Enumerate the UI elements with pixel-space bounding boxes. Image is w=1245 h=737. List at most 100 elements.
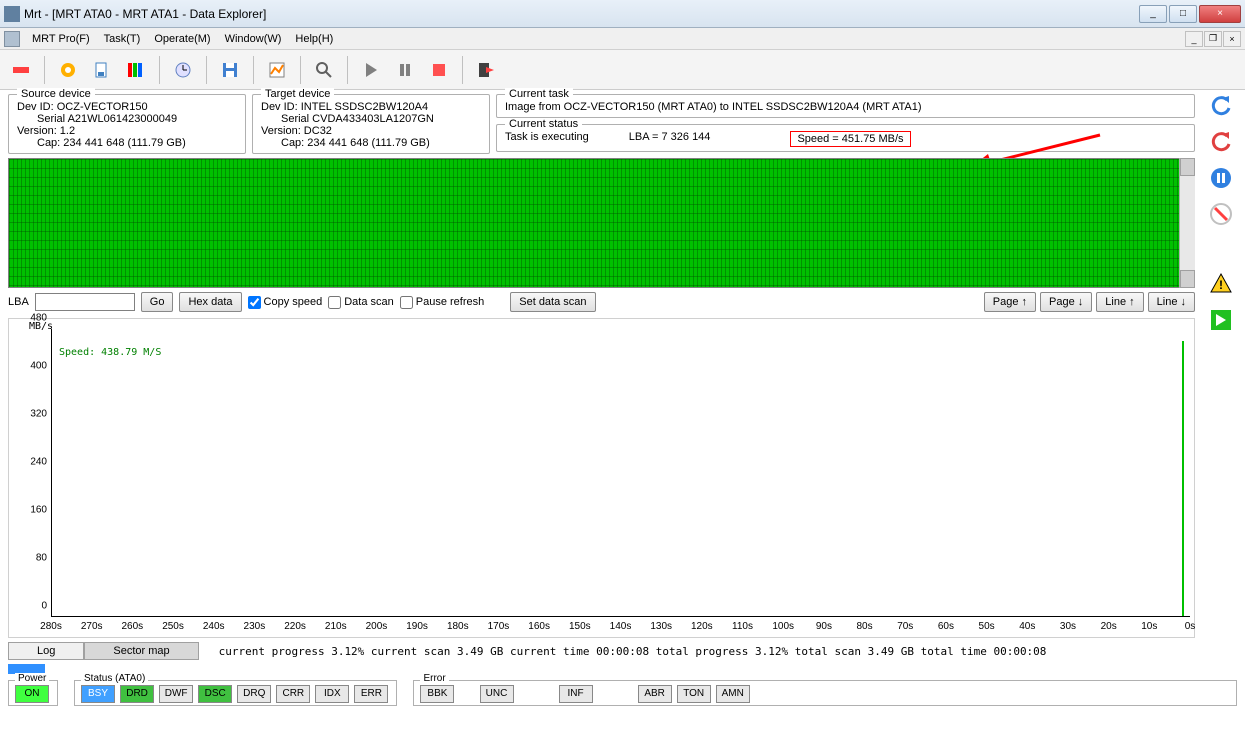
undo-icon[interactable] xyxy=(1205,90,1237,122)
tb-stop-icon[interactable] xyxy=(424,55,454,85)
mdi-minimize-button[interactable]: _ xyxy=(1185,31,1203,47)
tb-save-icon[interactable] xyxy=(215,55,245,85)
target-device-panel: Target device Dev ID: INTEL SSDSC2BW120A… xyxy=(252,94,490,154)
copyspeed-checkbox[interactable]: Copy speed xyxy=(248,296,323,309)
sector-scrollbar[interactable] xyxy=(1179,158,1195,288)
error-unc[interactable]: UNC xyxy=(480,685,514,703)
status-title: Current status xyxy=(505,118,582,130)
warning-icon[interactable]: ! xyxy=(1205,268,1237,300)
power-group: Power ON xyxy=(8,680,58,706)
status-group: Status (ATA0) BSY DRD DWF DSC DRQ CRR ID… xyxy=(74,680,397,706)
chart-yaxis: 480 400 320 240 160 80 0 xyxy=(9,329,49,617)
target-devid: Dev ID: INTEL SSDSC2BW120A4 xyxy=(261,101,481,113)
target-version: Version: DC32 xyxy=(261,125,481,137)
source-device-panel: Source device Dev ID: OCZ-VECTOR150 Seri… xyxy=(8,94,246,154)
maximize-button[interactable]: □ xyxy=(1169,5,1197,23)
tb-connect-icon[interactable] xyxy=(6,55,36,85)
status-speed: Speed = 451.75 MB/s xyxy=(790,131,910,147)
pageup-button[interactable]: Page ↑ xyxy=(984,292,1036,312)
task-title: Current task xyxy=(505,88,573,100)
error-bbk[interactable]: BBK xyxy=(420,685,454,703)
status-idx[interactable]: IDX xyxy=(315,685,349,703)
menu-help[interactable]: Help(H) xyxy=(289,31,339,47)
pauserefresh-checkbox[interactable]: Pause refresh xyxy=(400,296,484,309)
power-on-button[interactable]: ON xyxy=(15,685,49,703)
pause-circle-icon[interactable] xyxy=(1205,162,1237,194)
linedown-button[interactable]: Line ↓ xyxy=(1148,292,1195,312)
tb-exit-icon[interactable] xyxy=(471,55,501,85)
setdatascan-button[interactable]: Set data scan xyxy=(510,292,595,312)
status-dsc[interactable]: DSC xyxy=(198,685,232,703)
tb-pause-icon[interactable] xyxy=(390,55,420,85)
toolbar xyxy=(0,50,1245,90)
menu-task[interactable]: Task(T) xyxy=(98,31,147,47)
source-serial: Serial A21WL061423000049 xyxy=(17,113,237,125)
source-version: Version: 1.2 xyxy=(17,125,237,137)
source-devid: Dev ID: OCZ-VECTOR150 xyxy=(17,101,237,113)
source-title: Source device xyxy=(17,88,95,100)
forward-icon[interactable] xyxy=(1205,304,1237,336)
hexdata-button[interactable]: Hex data xyxy=(179,292,241,312)
redo-icon[interactable] xyxy=(1205,126,1237,158)
error-group: Error BBK UNC INF ABR TON AMN xyxy=(413,680,1237,706)
menu-window[interactable]: Window(W) xyxy=(219,31,288,47)
tb-doc-icon[interactable] xyxy=(87,55,117,85)
pagedown-button[interactable]: Page ↓ xyxy=(1040,292,1092,312)
status-executing: Task is executing xyxy=(505,131,589,147)
status-lba: LBA = 7 326 144 xyxy=(629,131,711,147)
current-status-panel: Current status Task is executing LBA = 7… xyxy=(496,124,1195,152)
menu-operate[interactable]: Operate(M) xyxy=(148,31,216,47)
status-drd[interactable]: DRD xyxy=(120,685,154,703)
source-cap: Cap: 234 441 648 (111.79 GB) xyxy=(17,137,237,149)
menubar: MRT Pro(F) Task(T) Operate(M) Window(W) … xyxy=(0,28,1245,50)
status-dwf[interactable]: DWF xyxy=(159,685,193,703)
tb-chart-icon[interactable] xyxy=(262,55,292,85)
svg-text:!: ! xyxy=(1219,278,1223,292)
error-inf[interactable]: INF xyxy=(559,685,593,703)
tab-sectormap[interactable]: Sector map xyxy=(84,642,198,660)
titlebar: Mrt - [MRT ATA0 - MRT ATA1 - Data Explor… xyxy=(0,0,1245,28)
current-task-panel: Current task Image from OCZ-VECTOR150 (M… xyxy=(496,94,1195,118)
sector-map-grid[interactable] xyxy=(8,158,1195,288)
error-ton[interactable]: TON xyxy=(677,685,711,703)
progress-text: current progress 3.12% current scan 3.49… xyxy=(219,645,1047,658)
status-err[interactable]: ERR xyxy=(354,685,388,703)
go-button[interactable]: Go xyxy=(141,292,174,312)
tb-search-icon[interactable] xyxy=(309,55,339,85)
lba-input[interactable] xyxy=(35,293,135,311)
lba-label: LBA xyxy=(8,296,29,308)
cancel-icon[interactable] xyxy=(1205,198,1237,230)
tb-color-icon[interactable] xyxy=(121,55,151,85)
mdi-close-button[interactable]: × xyxy=(1223,31,1241,47)
status-bsy[interactable]: BSY xyxy=(81,685,115,703)
status-crr[interactable]: CRR xyxy=(276,685,310,703)
target-title: Target device xyxy=(261,88,334,100)
error-abr[interactable]: ABR xyxy=(638,685,672,703)
task-text: Image from OCZ-VECTOR150 (MRT ATA0) to I… xyxy=(505,101,1186,113)
tb-clock-icon[interactable] xyxy=(168,55,198,85)
controls-row: LBA Go Hex data Copy speed Data scan Pau… xyxy=(8,288,1195,316)
tab-log[interactable]: Log xyxy=(8,642,84,660)
chart-xaxis: 280s270s260s250s240s230s220s210s200s190s… xyxy=(51,621,1190,635)
mdi-restore-button[interactable]: ❐ xyxy=(1204,31,1222,47)
close-button[interactable]: × xyxy=(1199,5,1241,23)
window-title: Mrt - [MRT ATA0 - MRT ATA1 - Data Explor… xyxy=(24,7,1139,21)
error-amn[interactable]: AMN xyxy=(716,685,750,703)
speed-chart: MB/s Speed: 438.79 M/S 480 400 320 240 1… xyxy=(8,318,1195,638)
app-small-icon xyxy=(4,31,20,47)
side-toolbar: ! xyxy=(1201,90,1241,336)
progress-bar xyxy=(8,664,1188,674)
tb-gear-icon[interactable] xyxy=(53,55,83,85)
app-icon xyxy=(4,6,20,22)
error-title: Error xyxy=(420,673,448,684)
menu-mrtpro[interactable]: MRT Pro(F) xyxy=(26,31,96,47)
minimize-button[interactable]: _ xyxy=(1139,5,1167,23)
tb-play-icon[interactable] xyxy=(356,55,386,85)
status-drq[interactable]: DRQ xyxy=(237,685,271,703)
target-cap: Cap: 234 441 648 (111.79 GB) xyxy=(261,137,481,149)
target-serial: Serial CVDA433403LA1207GN xyxy=(261,113,481,125)
lineup-button[interactable]: Line ↑ xyxy=(1096,292,1143,312)
datascan-checkbox[interactable]: Data scan xyxy=(328,296,394,309)
status-group-title: Status (ATA0) xyxy=(81,673,148,684)
chart-spike xyxy=(1182,341,1184,616)
